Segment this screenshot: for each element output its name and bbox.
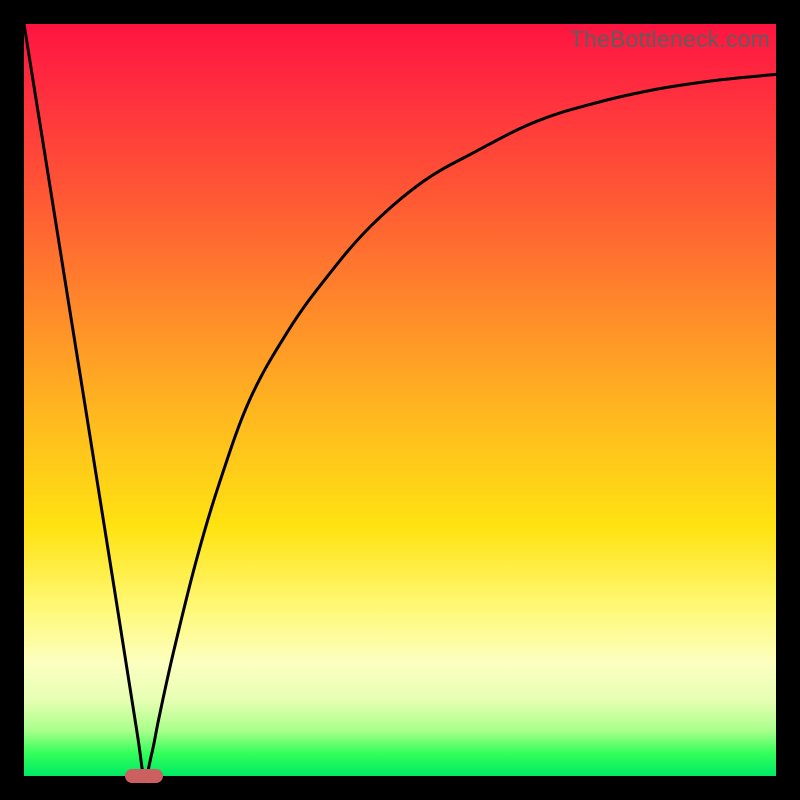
bottleneck-curve: [24, 24, 776, 776]
chart-frame: TheBottleneck.com: [0, 0, 800, 800]
minimum-marker: [125, 769, 163, 783]
plot-area: TheBottleneck.com: [24, 24, 776, 776]
